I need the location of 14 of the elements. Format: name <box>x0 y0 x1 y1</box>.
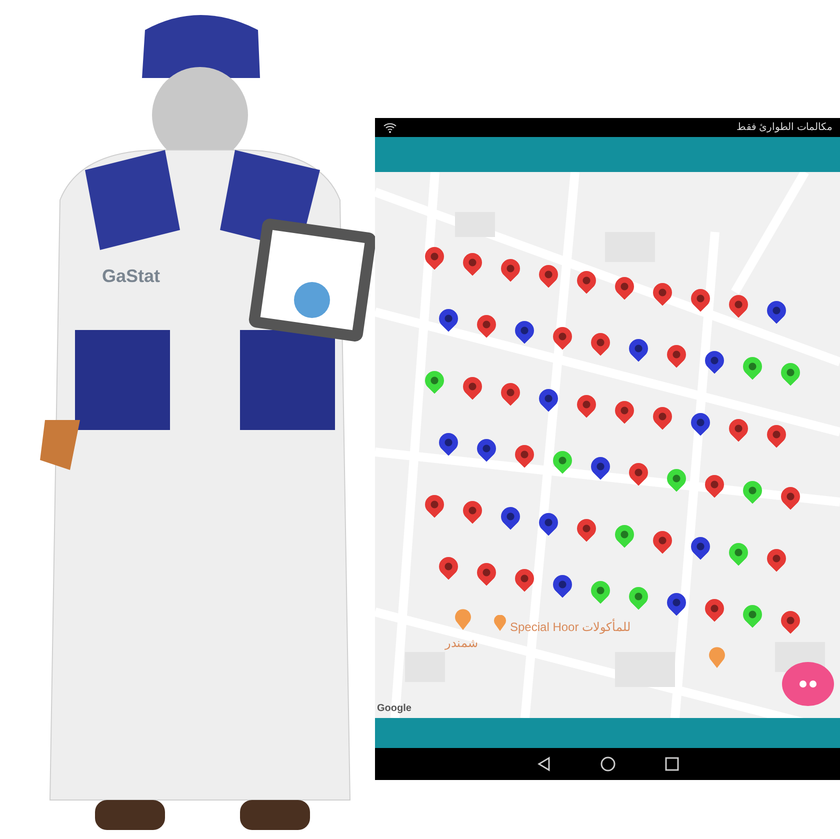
restaurant-pin-icon <box>455 609 471 630</box>
back-icon[interactable] <box>536 756 552 772</box>
place-label: شمندر <box>445 635 478 652</box>
vest-logo-text: GaStat <box>102 266 160 286</box>
status-text: مكالمات الطوارئ فقط <box>736 121 832 135</box>
recent-apps-icon[interactable] <box>664 756 680 772</box>
home-icon[interactable] <box>600 756 616 772</box>
restaurant-pin-icon <box>709 647 725 668</box>
more-icon <box>799 680 817 688</box>
restaurant-pin-icon <box>493 615 507 631</box>
wifi-icon <box>383 122 397 133</box>
more-fab-button[interactable] <box>782 662 834 706</box>
place-label: Special Hoor للمأكولات <box>510 618 632 636</box>
map-attribution: Google <box>377 702 412 716</box>
